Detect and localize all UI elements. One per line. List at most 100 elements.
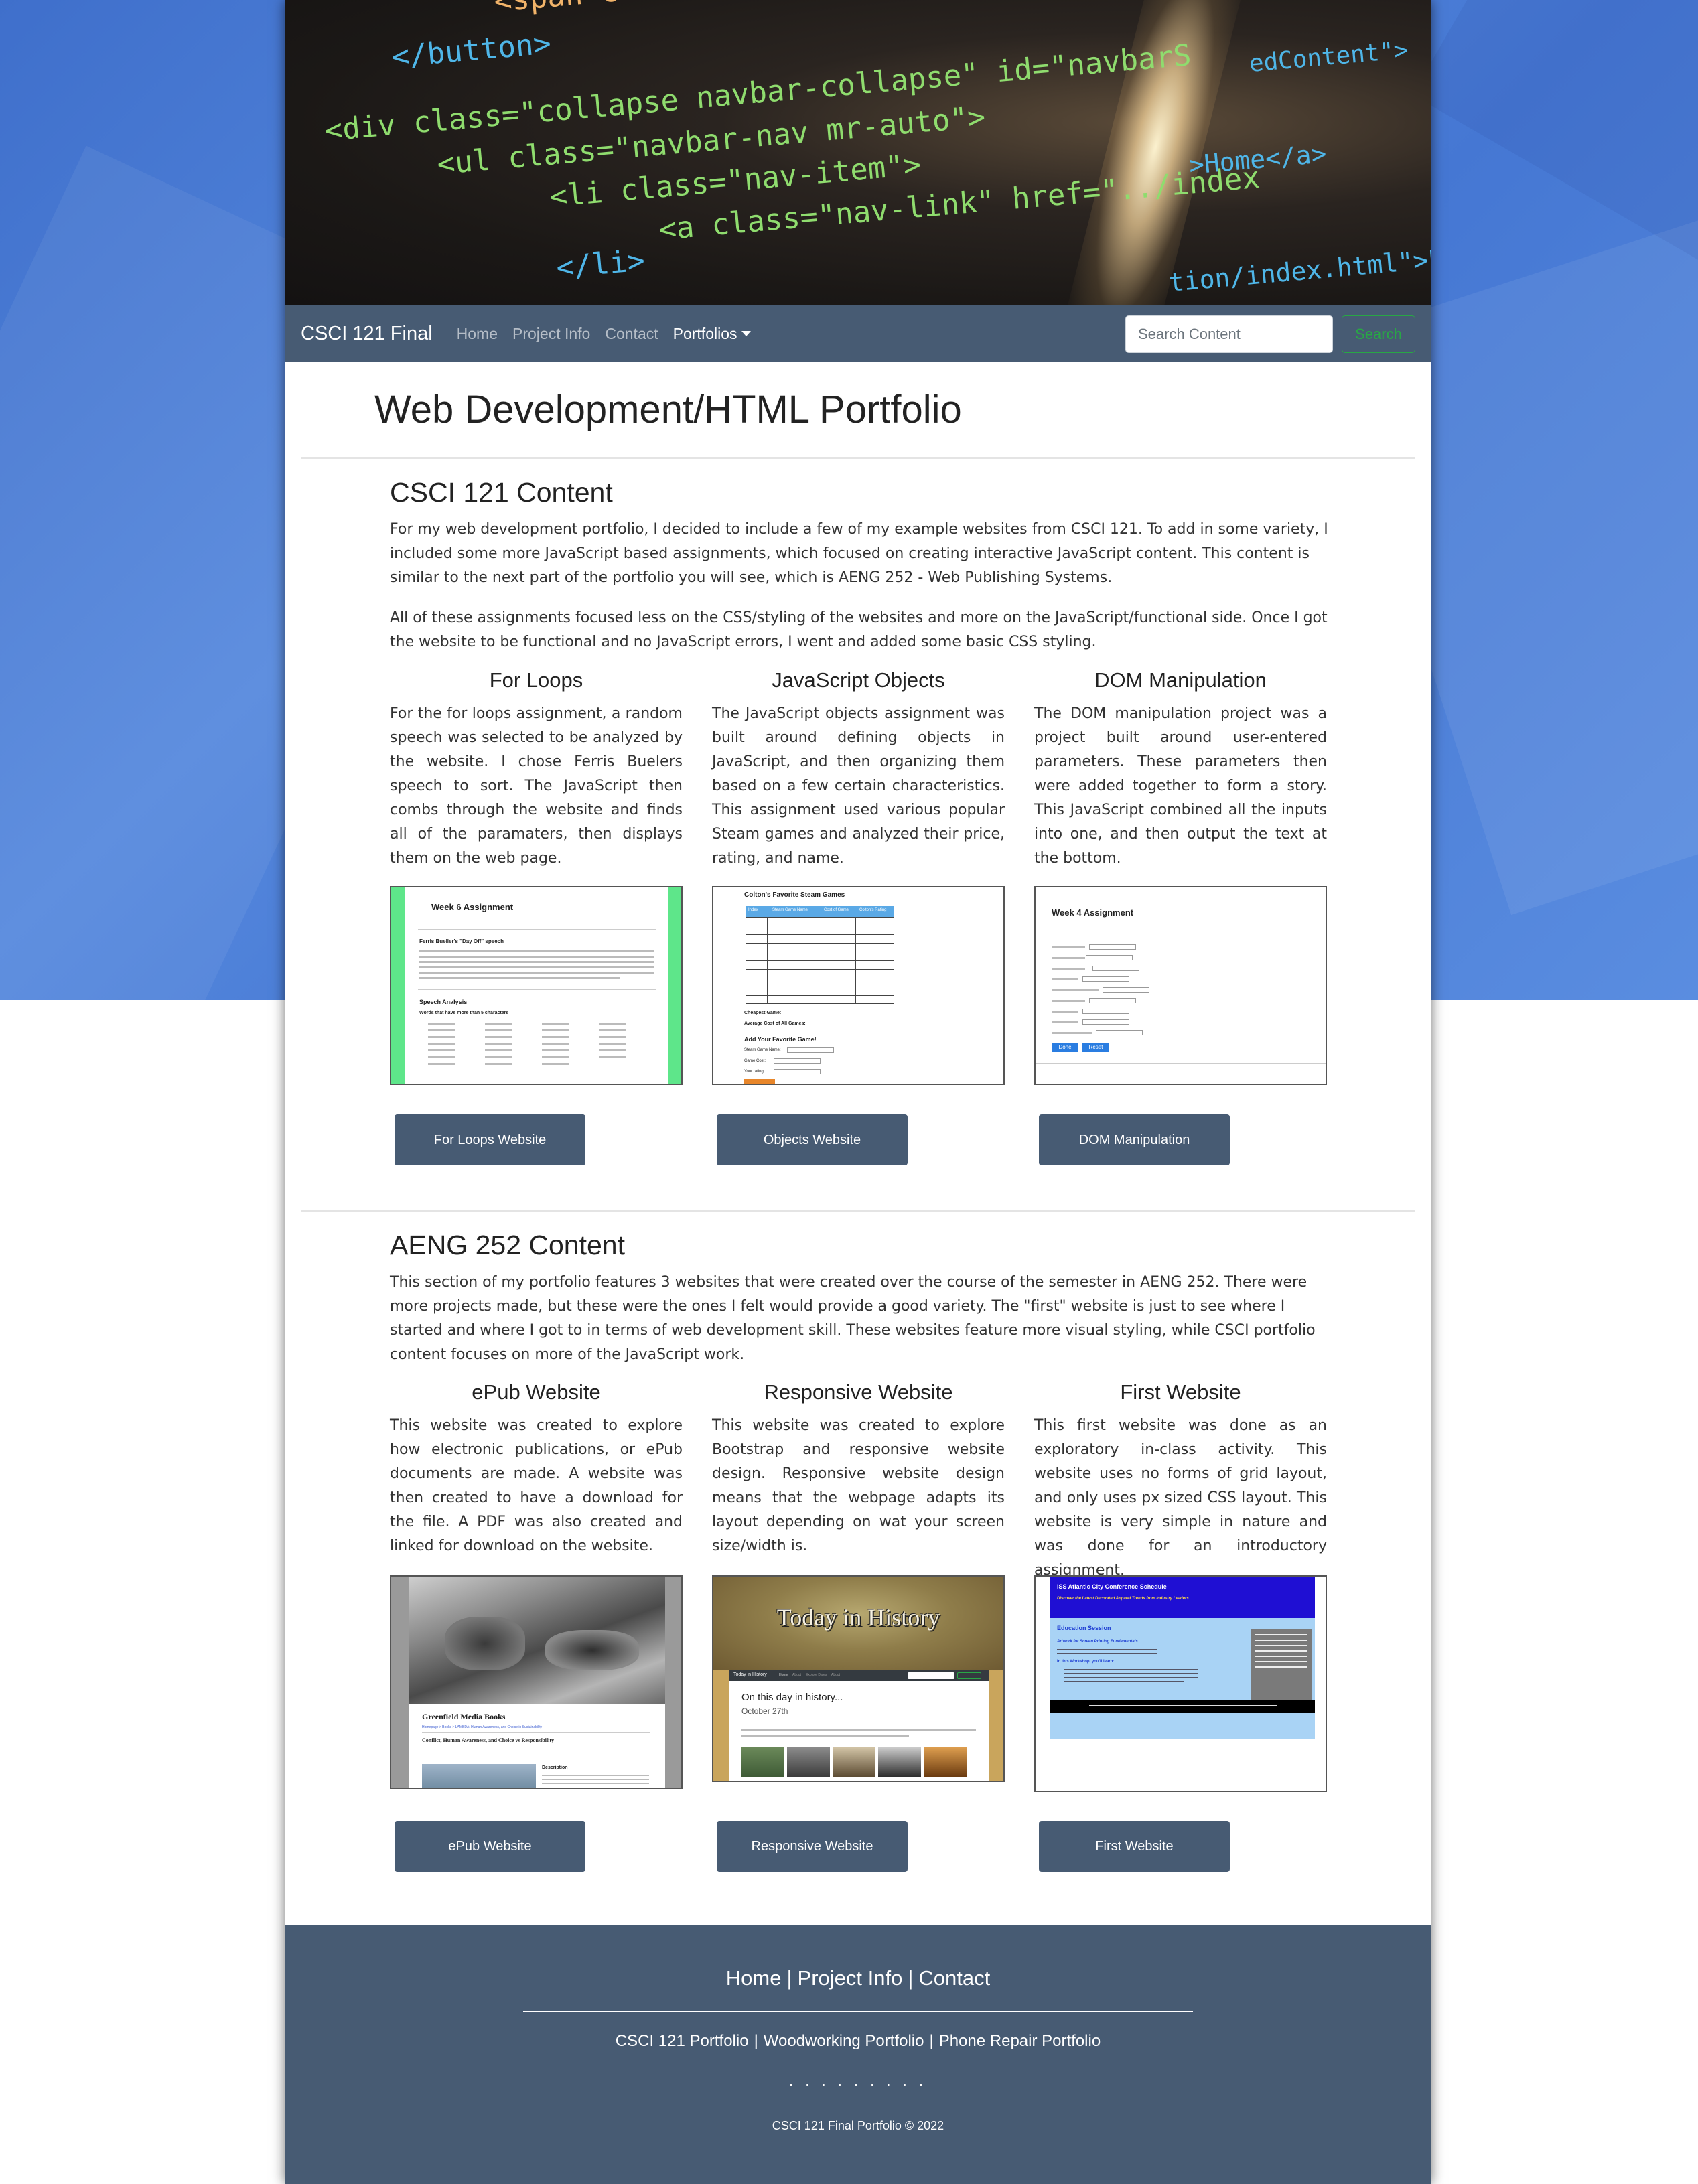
page-container: <span class="navbar-toggl </button> <div…	[285, 0, 1431, 2184]
table-header: Index	[748, 908, 758, 912]
thumb-title: Colton's Favorite Steam Games	[744, 891, 845, 899]
footer-link-contact[interactable]: Contact	[918, 1966, 990, 1990]
footer-copyright: CSCI 121 Final Portfolio © 2022	[772, 2119, 944, 2132]
first-website-screenshot: ISS Atlantic City Conference Schedule Di…	[1034, 1575, 1327, 1792]
hero-code-line: edContent">	[1248, 36, 1410, 78]
thumb-workshop: In this Workshop, you'll learn:	[1057, 1660, 1115, 1664]
thumb-title: Week 6 Assignment	[431, 902, 514, 912]
thumb-nav-item: Home	[779, 1673, 788, 1677]
hero-code-line: </li>	[484, 243, 646, 291]
thumb-note: Words that have more than 5 characters	[419, 1011, 509, 1015]
responsive-website-button[interactable]: Responsive Website	[717, 1821, 908, 1872]
aeng-heading: AENG 252 Content	[390, 1230, 625, 1260]
table-header: Steam Game Name	[772, 908, 808, 912]
card-title: Responsive Website	[764, 1380, 953, 1404]
thumb-field: Steam Game Name:	[744, 1048, 781, 1052]
for-loops-screenshot: Week 6 Assignment Ferris Bueller's "Day …	[390, 886, 683, 1085]
card-javascript-objects: JavaScript Objects The JavaScript object…	[712, 668, 1005, 871]
card-text: The DOM manipulation project was a proje…	[1034, 705, 1327, 867]
footer-link-csci-portfolio[interactable]: CSCI 121 Portfolio	[616, 2032, 749, 2050]
separator: |	[908, 1966, 914, 1990]
thumb-nav-item: Explore Dates	[806, 1673, 827, 1677]
thumb-title: Week 4 Assignment	[1052, 907, 1134, 918]
dom-screenshot: Week 4 Assignment Done Reset	[1034, 886, 1327, 1085]
separator: |	[754, 2032, 758, 2050]
thumb-book-title: Conflict, Human Awareness, and Choice vs…	[422, 1737, 555, 1743]
thumb-banner-title: Today in History	[776, 1604, 940, 1631]
footer-portfolio-links: CSCI 121 Portfolio | Woodworking Portfolio…	[285, 2032, 1431, 2051]
nav-dropdown-label: Portfolios	[673, 324, 737, 342]
card-text: For the for loops assignment, a random s…	[390, 705, 683, 867]
thumb-nav-item: About	[792, 1673, 802, 1677]
thumb-field: Game Cost:	[744, 1059, 766, 1063]
thumb-heading: On this day in history...	[741, 1692, 843, 1703]
thumb-nav-brand: Today in History	[733, 1672, 767, 1677]
thumb-title: ISS Atlantic City Conference Schedule	[1057, 1583, 1167, 1590]
footer-link-phone-repair-portfolio[interactable]: Phone Repair Portfolio	[939, 2032, 1101, 2050]
separator: |	[929, 2032, 934, 2050]
card-title: ePub Website	[472, 1380, 601, 1404]
card-text: The JavaScript objects assignment was bu…	[712, 705, 1005, 867]
search-input[interactable]: Search Content	[1125, 315, 1333, 353]
footer-link-woodworking-portfolio[interactable]: Woodworking Portfolio	[764, 2032, 924, 2050]
thumb-done-button: Done	[1052, 1043, 1078, 1052]
for-loops-website-button[interactable]: For Loops Website	[395, 1114, 585, 1165]
responsive-screenshot: Today in History Today in History Home A…	[712, 1575, 1005, 1782]
first-website-button[interactable]: First Website	[1039, 1821, 1230, 1872]
thumb-date: October 27th	[741, 1706, 788, 1716]
footer-divider	[523, 2011, 1193, 2012]
thumb-breadcrumb: Homepage > Books > LAMBDA: Human Awarene…	[422, 1725, 543, 1729]
nav-link-home[interactable]: Home	[457, 325, 498, 343]
search-button[interactable]: Search	[1342, 315, 1415, 353]
objects-screenshot: Colton's Favorite Steam Games Index Stea…	[712, 886, 1005, 1085]
hero-code-line: <span class="navbar-toggl	[457, 0, 938, 22]
card-text: This website was created to explore how …	[390, 1417, 683, 1554]
card-first-website: First Website This first website was don…	[1034, 1380, 1327, 1583]
thumb-section: Speech Analysis	[419, 999, 468, 1005]
thumb-reset-button: Reset	[1082, 1043, 1109, 1052]
thumb-cheapest: Cheapest Game:	[744, 1011, 782, 1015]
thumb-session: Artwork for Screen Printing Fundamentals	[1057, 1640, 1138, 1644]
thumb-subtitle: Ferris Bueller's "Day Off" speech	[419, 938, 504, 944]
divider	[301, 457, 1415, 459]
card-text: This website was created to explore Boot…	[712, 1417, 1005, 1554]
epub-screenshot: Greenfield Media Books Homepage > Books …	[390, 1575, 683, 1789]
thumb-description-label: Description	[542, 1765, 568, 1770]
navbar-brand[interactable]: CSCI 121 Final	[301, 323, 433, 345]
objects-website-button[interactable]: Objects Website	[717, 1114, 908, 1165]
card-epub-website: ePub Website This website was created to…	[390, 1380, 683, 1558]
divider	[301, 1210, 1415, 1212]
nav-link-contact[interactable]: Contact	[605, 325, 658, 343]
card-title: DOM Manipulation	[1094, 668, 1267, 692]
dom-manipulation-button[interactable]: DOM Manipulation	[1039, 1114, 1230, 1165]
card-title: JavaScript Objects	[772, 668, 945, 692]
thumb-field: Your rating:	[744, 1070, 765, 1074]
csci-heading: CSCI 121 Content	[390, 477, 613, 508]
csci-secondary-paragraph: All of these assignments focused less on…	[390, 609, 1328, 650]
thumb-subtitle: Discover the Latest Decorated Apparel Tr…	[1057, 1597, 1189, 1601]
aeng-intro-paragraph: This section of my portfolio features 3 …	[390, 1274, 1316, 1363]
card-text: This first website was done as an explor…	[1034, 1417, 1327, 1579]
hero-code-line: tion/index.html">Pr	[1168, 242, 1431, 297]
card-dom-manipulation: DOM Manipulation The DOM manipulation pr…	[1034, 668, 1327, 871]
nav-dropdown-portfolios[interactable]: Portfolios	[673, 325, 751, 343]
thumb-nav-item: About	[831, 1673, 841, 1677]
footer-link-project-info[interactable]: Project Info	[798, 1966, 903, 1990]
page-title: Web Development/HTML Portfolio	[374, 388, 962, 431]
table-header: Cost of Game	[824, 908, 849, 912]
hero-code-line: >Home</a>	[1188, 139, 1328, 180]
table-header: Colton's Rating	[859, 908, 887, 912]
thumb-add-title: Add Your Favorite Game!	[744, 1036, 817, 1043]
caret-down-icon	[741, 330, 751, 336]
footer-primary-links: Home | Project Info | Contact	[285, 1966, 1431, 1990]
footer-dots: . . . . . . . . .	[789, 2072, 927, 2089]
thumb-section: Education Session	[1057, 1625, 1111, 1631]
epub-website-button[interactable]: ePub Website	[395, 1821, 585, 1872]
nav-link-project-info[interactable]: Project Info	[512, 325, 590, 343]
hero-code-line: </button>	[390, 26, 553, 74]
card-for-loops: For Loops For the for loops assignment, …	[390, 668, 683, 871]
footer: Home | Project Info | Contact CSCI 121 Portf…	[285, 1925, 1431, 2184]
thumb-title: Greenfield Media Books	[422, 1712, 506, 1721]
footer-link-home[interactable]: Home	[726, 1966, 782, 1990]
separator: |	[786, 1966, 792, 1990]
